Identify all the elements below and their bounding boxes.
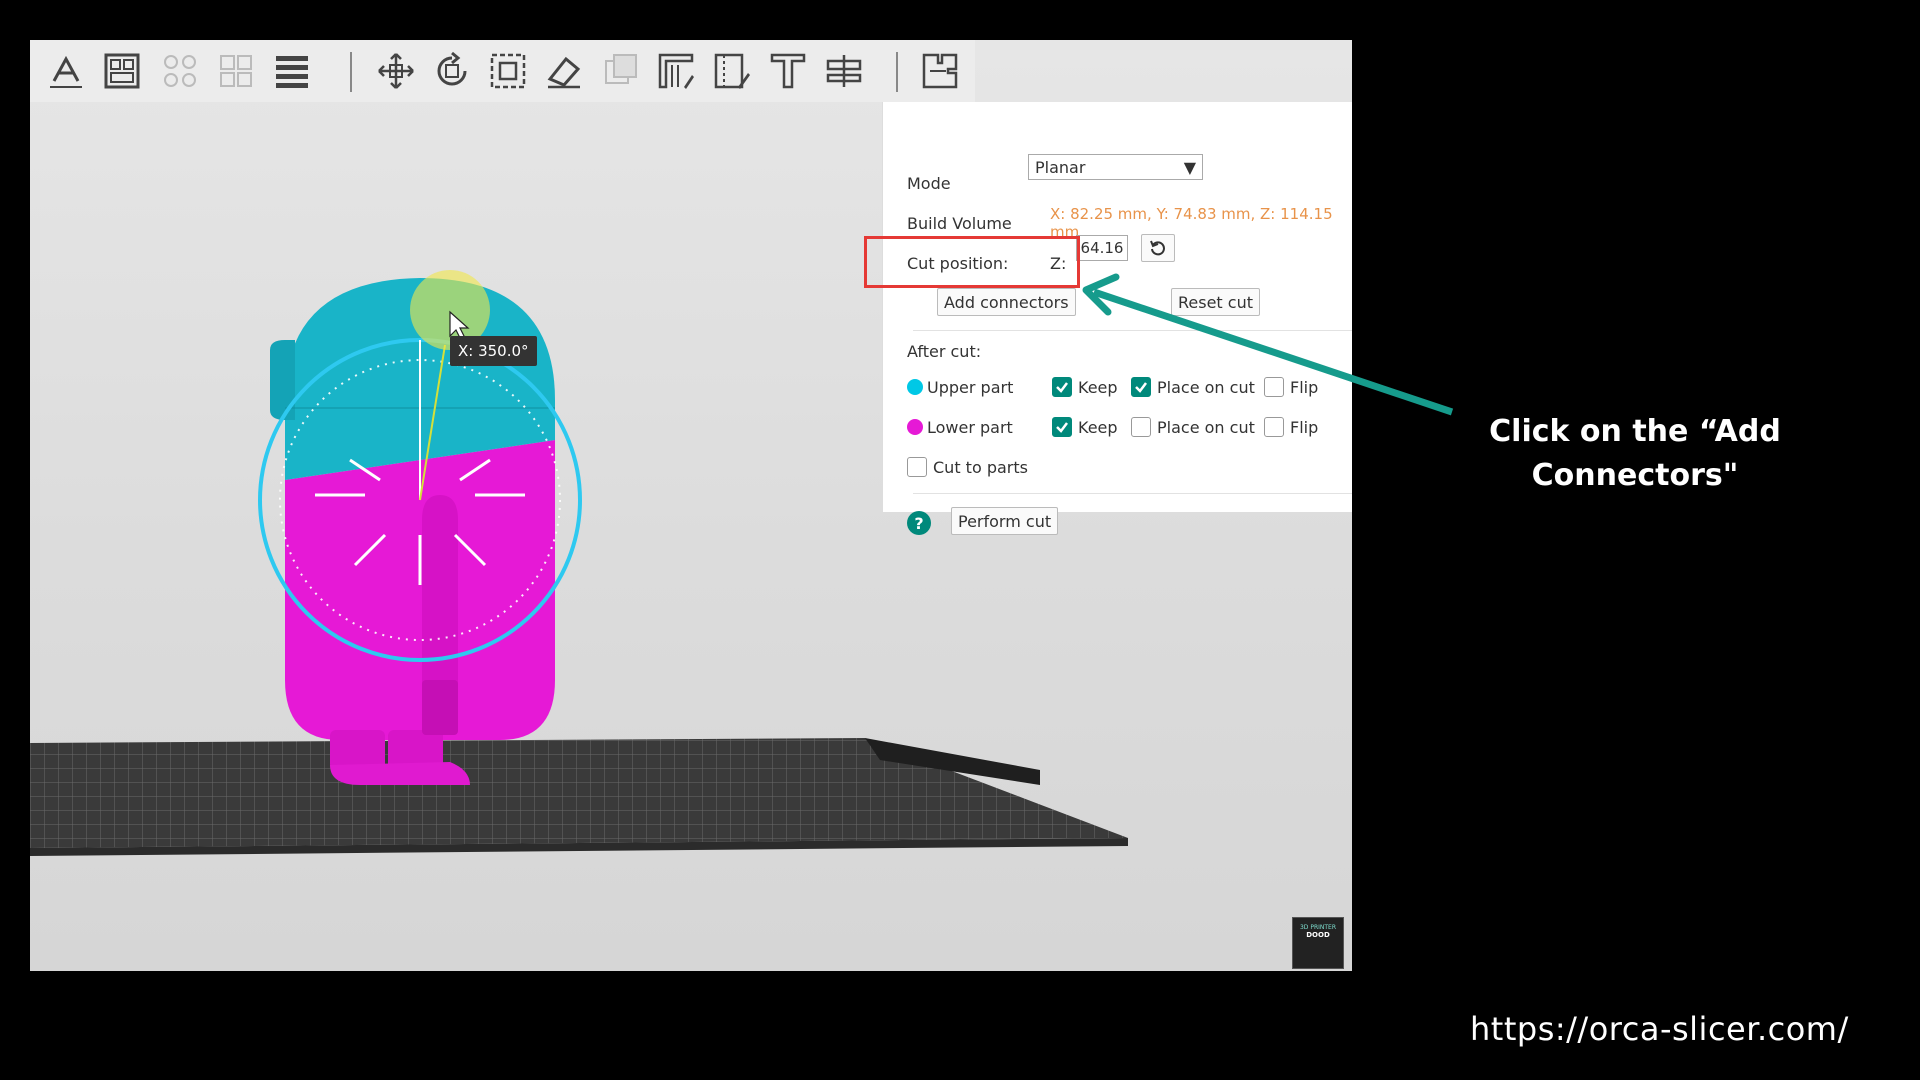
measure-icon[interactable]	[822, 49, 866, 93]
flip-label: Flip	[1290, 417, 1319, 437]
lay-on-face-icon[interactable]	[542, 49, 586, 93]
angle-tooltip: X: 350.0°	[450, 336, 537, 366]
text-tool-icon[interactable]	[766, 49, 810, 93]
lower-flip-checkbox[interactable]	[1264, 417, 1284, 437]
mode-dropdown[interactable]: Planar ▼	[1028, 154, 1203, 180]
text-edit-icon[interactable]	[44, 49, 88, 93]
keep-label: Keep	[1078, 417, 1118, 437]
lower-part-label: Lower part	[927, 417, 1013, 437]
flip-label: Flip	[1290, 377, 1319, 397]
source-url[interactable]: https://orca-slicer.com/	[1470, 1010, 1850, 1048]
move-icon[interactable]	[374, 49, 418, 93]
toolbar-separator	[896, 52, 898, 92]
lower-keep-checkbox[interactable]	[1052, 417, 1072, 437]
toolbar-separator	[350, 52, 352, 92]
cut-position-input[interactable]: 64.16	[1076, 235, 1128, 261]
split-objects-icon[interactable]	[214, 49, 258, 93]
highlight-box	[864, 236, 1080, 288]
after-cut-label: After cut:	[907, 341, 982, 361]
channel-logo: 3D PRINTER DOOD	[1292, 917, 1344, 969]
check-icon	[1056, 382, 1068, 393]
arrange-icon[interactable]	[158, 49, 202, 93]
cut-icon[interactable]	[918, 49, 962, 93]
reset-position-button[interactable]	[1141, 234, 1175, 262]
check-icon	[1056, 422, 1068, 433]
rotate-icon[interactable]	[430, 49, 474, 93]
divider	[913, 493, 1352, 494]
app-frame: X: 350.0° Mode Planar ▼ Build Volume X: …	[30, 40, 1352, 971]
cut-panel: Mode Planar ▼ Build Volume X: 82.25 mm, …	[882, 102, 1352, 535]
layout-icon[interactable]	[100, 49, 144, 93]
cut-to-parts-label: Cut to parts	[933, 457, 1028, 477]
keep-label: Keep	[1078, 377, 1118, 397]
upper-part-label: Upper part	[927, 377, 1014, 397]
3d-viewport[interactable]: X: 350.0° Mode Planar ▼ Build Volume X: …	[30, 40, 1352, 971]
seam-paint-icon[interactable]	[710, 49, 754, 93]
instruction-caption: Click on the “Add Connectors"	[1489, 414, 1781, 493]
gizmo-toolbar	[30, 40, 975, 102]
mode-label: Mode	[907, 173, 951, 193]
help-icon[interactable]: ?	[907, 511, 931, 535]
upper-keep-checkbox[interactable]	[1052, 377, 1072, 397]
build-plate	[30, 738, 1128, 848]
divider	[913, 330, 1352, 331]
perform-cut-button[interactable]: Perform cut	[951, 507, 1059, 535]
scale-icon[interactable]	[486, 49, 530, 93]
check-icon	[1135, 382, 1147, 393]
upper-place-on-cut-checkbox[interactable]	[1131, 377, 1151, 397]
reset-icon	[1150, 240, 1165, 256]
add-connectors-button[interactable]: Add connectors	[937, 288, 1076, 316]
boolean-icon[interactable]	[598, 49, 642, 93]
layers-icon[interactable]	[270, 49, 314, 93]
place-on-cut-label: Place on cut	[1157, 417, 1255, 437]
lower-part-color-swatch	[907, 419, 923, 435]
build-volume-label: Build Volume	[907, 213, 1012, 233]
support-paint-icon[interactable]	[654, 49, 698, 93]
upper-part-color-swatch	[907, 379, 923, 395]
mode-value: Planar	[1035, 157, 1086, 177]
cut-to-parts-checkbox[interactable]	[907, 457, 927, 477]
upper-flip-checkbox[interactable]	[1264, 377, 1284, 397]
chevron-down-icon: ▼	[1183, 157, 1196, 177]
reset-cut-button[interactable]: Reset cut	[1171, 288, 1260, 316]
place-on-cut-label: Place on cut	[1157, 377, 1255, 397]
lower-place-on-cut-checkbox[interactable]	[1131, 417, 1151, 437]
